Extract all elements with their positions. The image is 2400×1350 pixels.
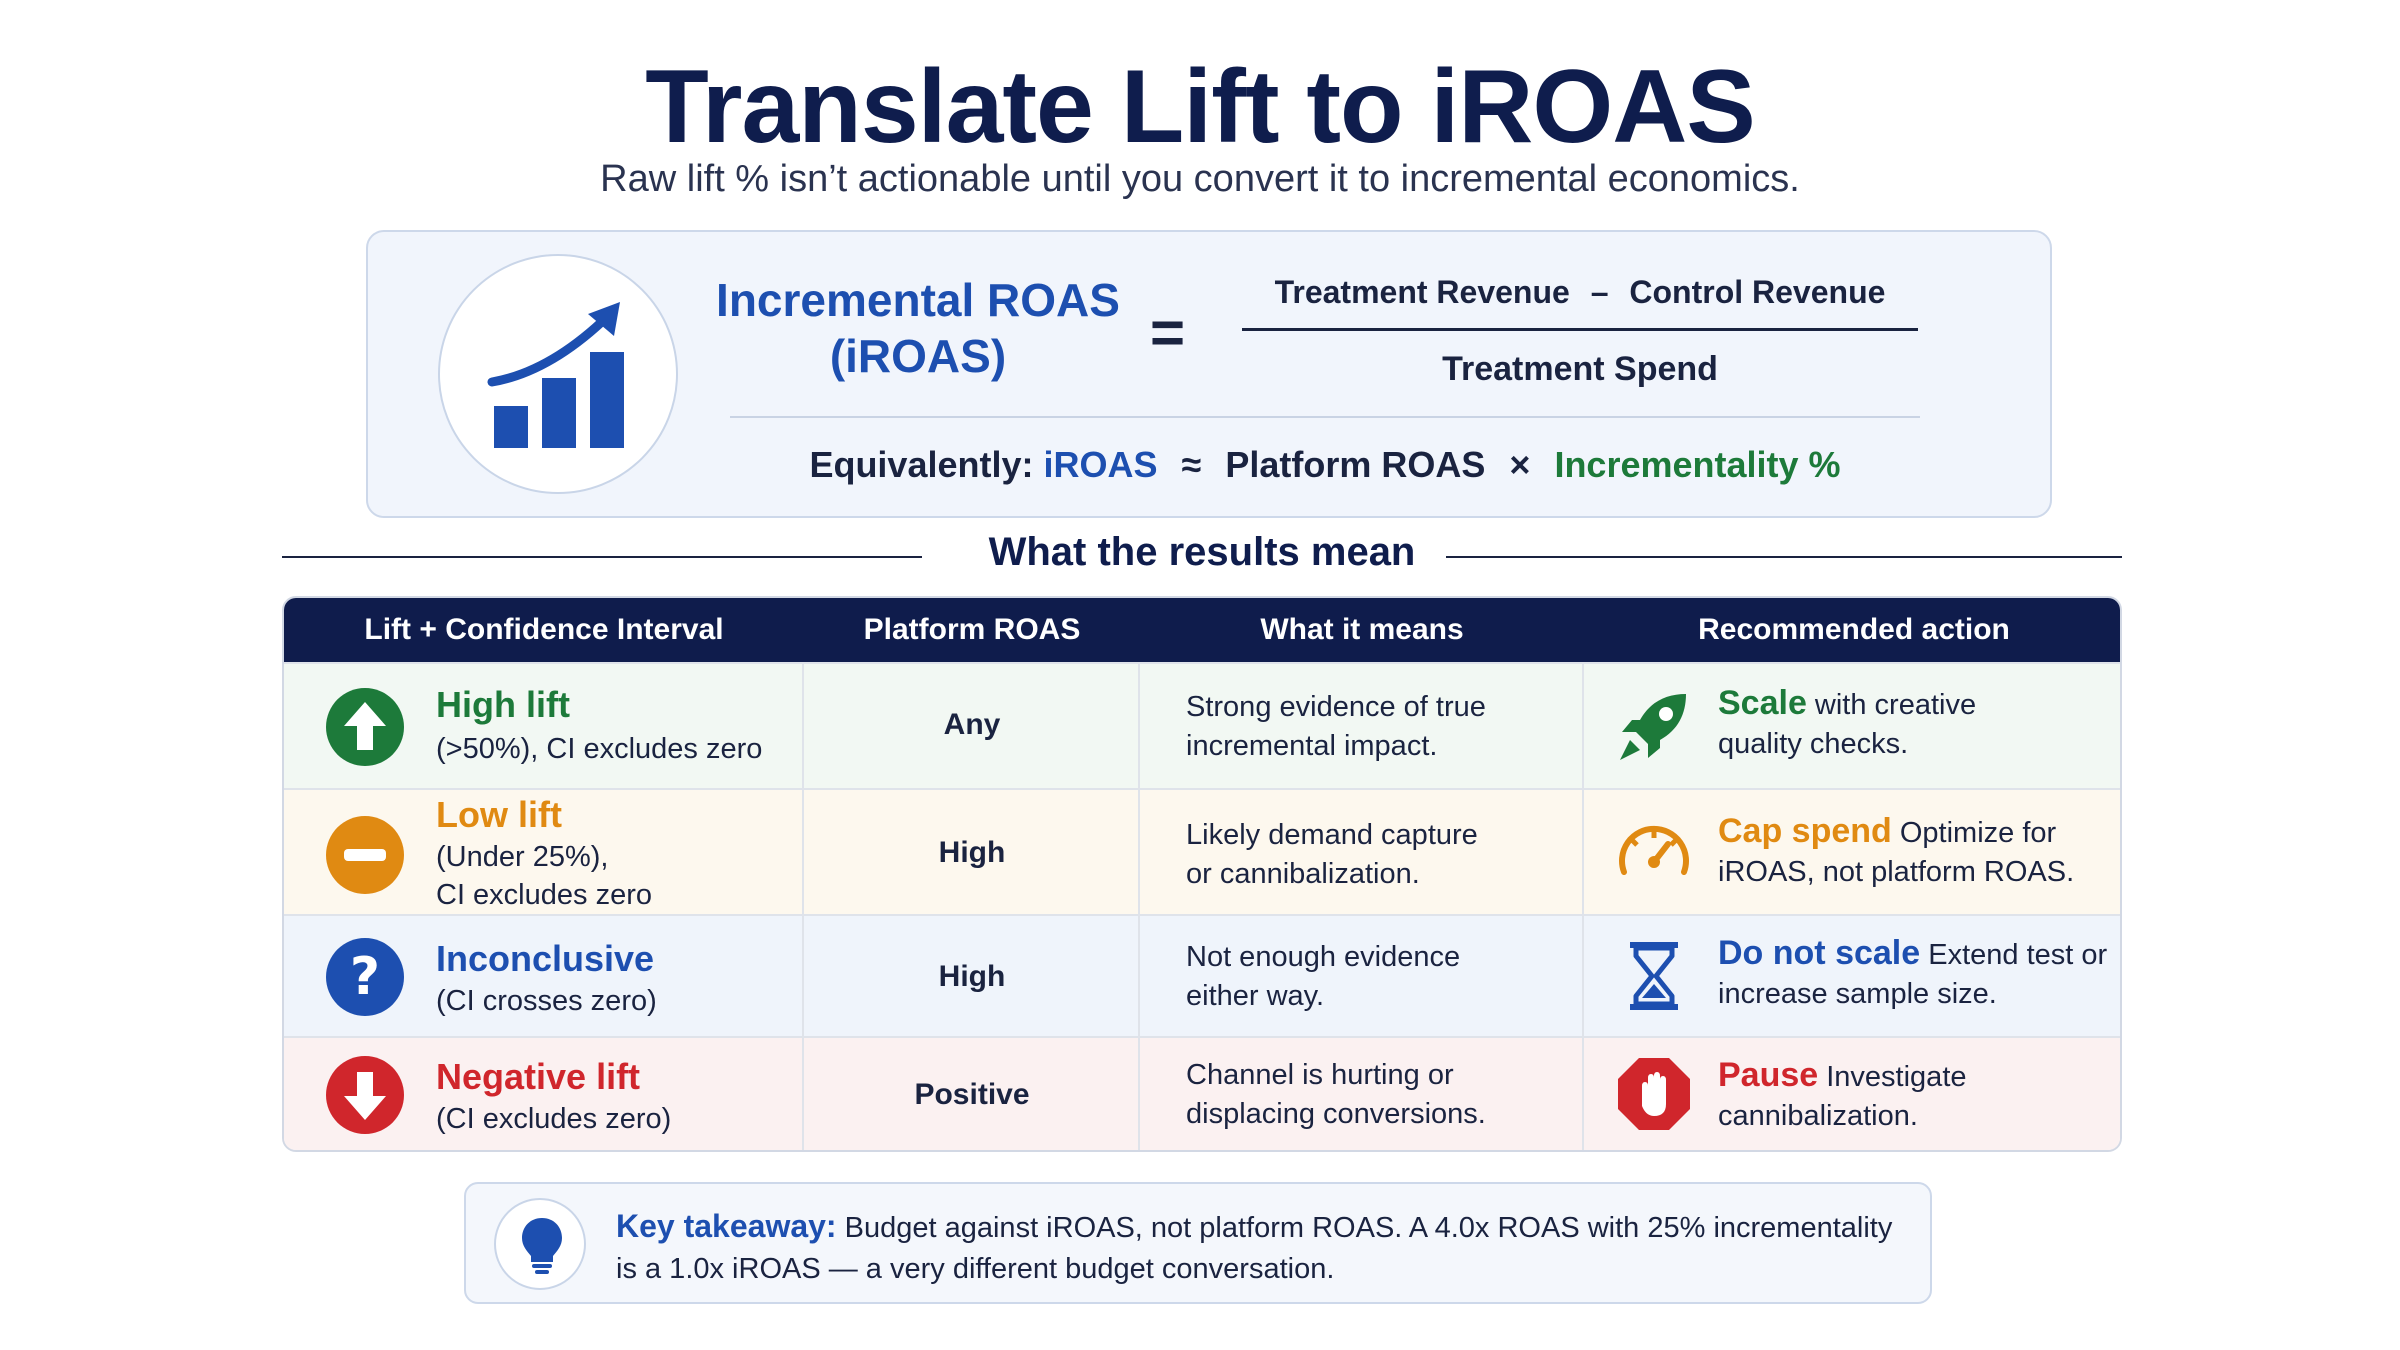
iroas-term-line1: Incremental ROAS	[716, 274, 1120, 326]
rocket-icon	[1620, 694, 1686, 760]
meaning-line: either way.	[1186, 980, 1325, 1012]
action-text: Scale with creative quality checks.	[1718, 684, 2118, 764]
meaning-line: Strong evidence of true	[1186, 691, 1486, 723]
platform-roas-value: High	[938, 960, 1006, 993]
action-keyword: Pause	[1718, 1056, 1819, 1094]
control-revenue: Control Revenue	[1629, 274, 1886, 310]
action-detail: with creative	[1806, 689, 1977, 721]
table-row-low-lift: Low lift (Under 25%), CI excludes zero H…	[284, 788, 2120, 914]
status-detail-line: (Under 25%),	[436, 841, 609, 873]
meaning-line: displacing conversions.	[1186, 1098, 1486, 1130]
formula-denominator: Treatment Spend	[1442, 350, 1718, 388]
table-header: Lift + Confidence Interval Platform ROAS…	[284, 598, 2120, 662]
action-text: Pause Investigate cannibalization.	[1718, 1056, 2118, 1136]
table-row-negative-lift: Negative lift (CI excludes zero) Positiv…	[284, 1036, 2120, 1150]
action-detail-line2: iROAS, not platform ROAS.	[1718, 856, 2075, 888]
status-detail: (Under 25%), CI excludes zero	[436, 838, 652, 914]
action-detail-line2: cannibalization.	[1718, 1100, 1918, 1132]
section-header: What the results mean	[282, 530, 2122, 580]
gauge-icon	[1619, 825, 1689, 875]
header-what-it-means: What it means	[1260, 613, 1464, 646]
action-detail-line2: increase sample size.	[1718, 978, 1997, 1010]
column-divider	[802, 662, 804, 1150]
meaning-line: or cannibalization.	[1186, 858, 1420, 890]
iroas-term: Incremental ROAS (iROAS)	[708, 272, 1128, 384]
action-text: Do not scale Extend test or increase sam…	[1718, 934, 2118, 1014]
formula-divider	[730, 416, 1920, 418]
lightbulb-badge	[494, 1198, 586, 1290]
svg-text:?: ?	[350, 947, 380, 1007]
arrow-down-icon	[326, 1056, 404, 1134]
page-subtitle: Raw lift % isn’t actionable until you co…	[600, 158, 1800, 200]
equiv-label: Equivalently:	[809, 444, 1034, 485]
hourglass-icon	[1630, 942, 1678, 1010]
takeaway-line2: is a 1.0x iROAS — a very different budge…	[616, 1253, 1335, 1285]
key-takeaway-panel: Key takeaway: Budget against iROAS, not …	[464, 1182, 1932, 1304]
meaning-text: Not enough evidence either way.	[1186, 938, 1586, 1016]
equiv-platform-roas: Platform ROAS	[1225, 444, 1486, 485]
lightbulb-icon	[522, 1218, 562, 1274]
meaning-text: Strong evidence of true incremental impa…	[1186, 688, 1586, 766]
page-title: Translate Lift to iROAS	[645, 49, 1756, 165]
status-title: Inconclusive	[436, 938, 655, 979]
table-row-inconclusive: ? Inconclusive (CI crosses zero) High No…	[284, 914, 2120, 1036]
platform-roas-value: Any	[943, 708, 1001, 741]
growth-chart-badge	[438, 254, 678, 494]
action-detail: Extend test or	[1920, 939, 2108, 971]
status-title: Low lift	[436, 794, 562, 835]
equals-sign: =	[1150, 299, 1186, 366]
action-detail-line2: quality checks.	[1718, 728, 1909, 760]
results-table: Lift + Confidence Interval Platform ROAS…	[282, 596, 2122, 1152]
column-divider	[1138, 662, 1140, 1150]
action-keyword: Do not scale	[1718, 934, 1921, 972]
minus-sign: –	[1590, 274, 1609, 310]
action-keyword: Scale	[1718, 684, 1807, 722]
meaning-line: Not enough evidence	[1186, 941, 1461, 973]
status-title: Negative lift	[436, 1056, 641, 1097]
meaning-line: Likely demand capture	[1186, 819, 1478, 851]
meaning-text: Likely demand capture or cannibalization…	[1186, 816, 1586, 894]
question-icon: ?	[326, 938, 404, 1016]
status-detail: (CI crosses zero)	[436, 985, 657, 1017]
arrow-up-icon	[326, 688, 404, 766]
meaning-text: Channel is hurting or displacing convers…	[1186, 1056, 1586, 1134]
equiv-incrementality: Incrementality %	[1554, 444, 1841, 485]
header-recommended-action: Recommended action	[1698, 613, 2010, 646]
growth-chart-icon	[487, 302, 624, 448]
platform-roas-value: Positive	[914, 1078, 1030, 1111]
header-platform-roas: Platform ROAS	[863, 613, 1081, 646]
takeaway-line1: Budget against iROAS, not platform ROAS.…	[836, 1212, 1893, 1244]
fraction-bar	[1242, 328, 1918, 331]
meaning-line: Channel is hurting or	[1186, 1059, 1454, 1091]
minus-icon	[326, 816, 404, 894]
equiv-iroas: iROAS	[1043, 444, 1158, 485]
status-title: High lift	[436, 684, 570, 725]
times-sign: ×	[1509, 444, 1531, 485]
stop-hand-icon	[1618, 1058, 1690, 1130]
iroas-term-line2: (iROAS)	[829, 330, 1007, 382]
table-row-high-lift: High lift (>50%), CI excludes zero Any S…	[284, 662, 2120, 788]
takeaway-label: Key takeaway:	[616, 1208, 837, 1244]
section-title: What the results mean	[988, 530, 1416, 574]
platform-roas-value: High	[938, 836, 1006, 869]
status-detail: (>50%), CI excludes zero	[436, 733, 763, 765]
action-detail: Optimize for	[1891, 817, 2057, 849]
column-divider	[1582, 662, 1584, 1150]
status-detail: (CI excludes zero)	[436, 1103, 672, 1135]
header-lift-ci: Lift + Confidence Interval	[364, 613, 724, 646]
action-detail: Investigate	[1818, 1061, 1967, 1093]
meaning-line: incremental impact.	[1186, 730, 1438, 762]
treatment-revenue: Treatment Revenue	[1274, 274, 1570, 310]
takeaway-text: Key takeaway: Budget against iROAS, not …	[616, 1206, 1916, 1290]
formula-numerator: Treatment Revenue – Control Revenue	[1240, 274, 1920, 311]
approx-sign: ≈	[1181, 444, 1202, 485]
equivalent-formula: Equivalently: iROAS ≈ Platform ROAS × In…	[730, 444, 1920, 486]
action-keyword: Cap spend	[1718, 812, 1892, 850]
formula-panel: Incremental ROAS (iROAS) = Treatment Rev…	[366, 230, 2052, 518]
action-text: Cap spend Optimize for iROAS, not platfo…	[1718, 812, 2118, 892]
status-detail-line: CI excludes zero	[436, 879, 652, 911]
